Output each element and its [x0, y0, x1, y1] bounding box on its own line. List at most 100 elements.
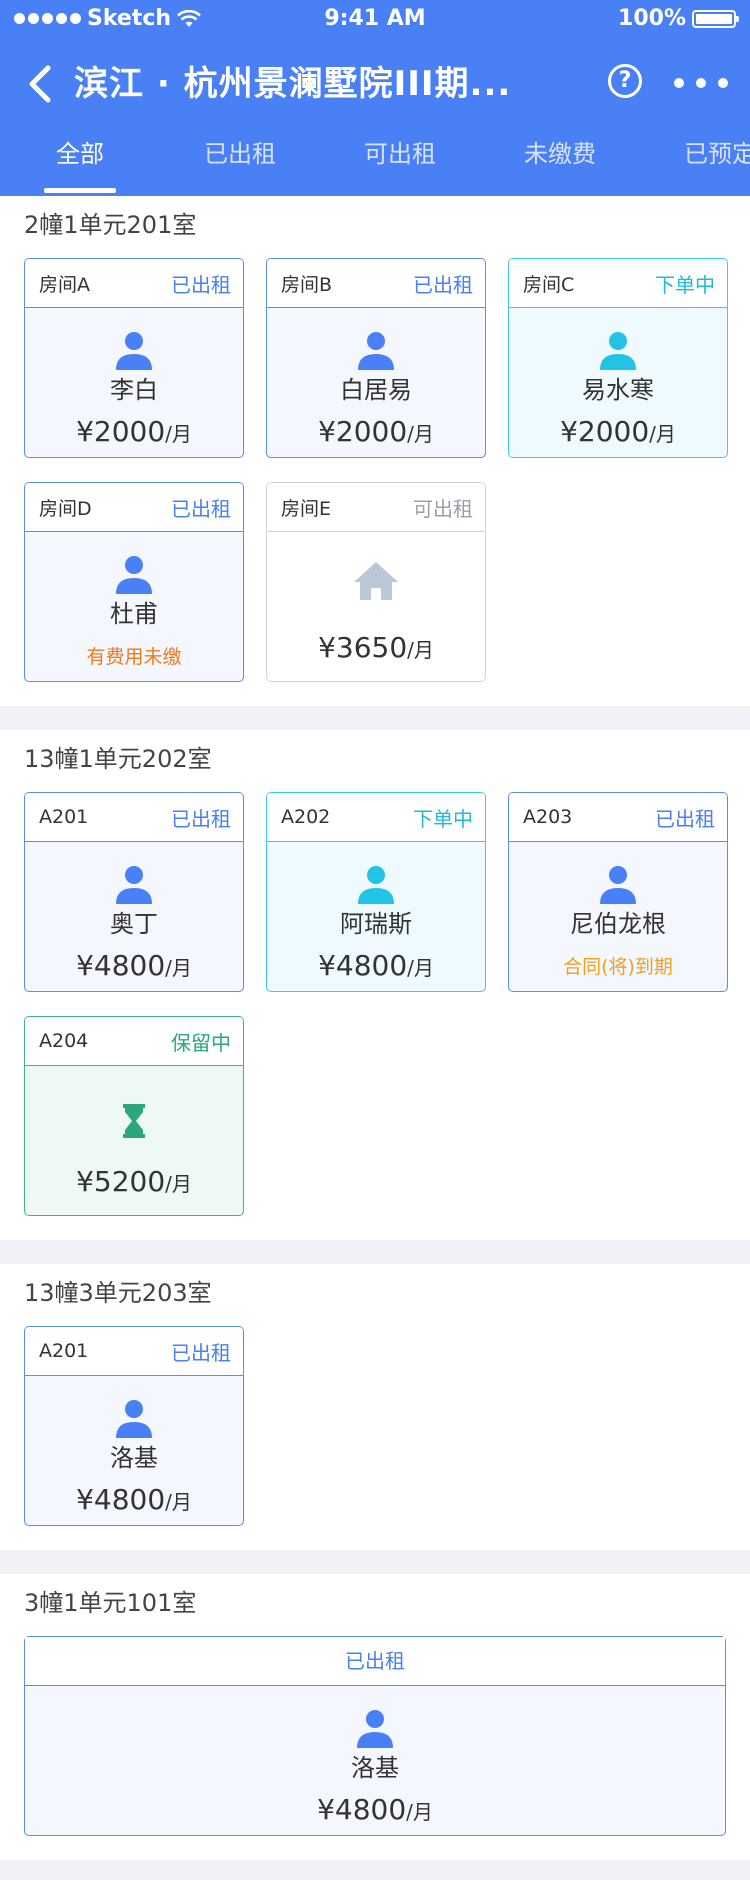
- room-label: A203: [523, 806, 573, 828]
- rent-price: ¥4800: [317, 1793, 407, 1826]
- building-section: 2幢1单元201室 房间A 已出租 李白 ¥2000/月 房间B 已出租 白居易 ¥…: [0, 196, 750, 706]
- section-title: 3幢1单元101室: [24, 1589, 197, 1617]
- user-icon: [116, 332, 152, 370]
- hourglass-icon: [123, 1104, 145, 1138]
- room-label: A201: [39, 1340, 89, 1362]
- contract-expiry-note: 合同(将)到期: [563, 956, 673, 978]
- room-card[interactable]: 房间C 下单中 易水寒 ¥2000/月: [508, 258, 728, 458]
- battery-icon: [692, 9, 739, 28]
- tenant-name: 杜甫: [110, 600, 158, 628]
- price-unit: /月: [406, 1800, 433, 1824]
- rent-price: ¥2000: [318, 415, 408, 448]
- tab-rented[interactable]: 已出租: [160, 128, 320, 180]
- user-icon: [357, 1710, 393, 1748]
- tab-unpaid[interactable]: 未缴费: [480, 128, 640, 180]
- tab-active-indicator: [44, 188, 116, 193]
- price-unit: /月: [407, 638, 434, 662]
- building-section: 3幢1单元101室 已出租 洛基 ¥4800/月: [0, 1574, 750, 1860]
- unpaid-fee-note: 有费用未缴: [86, 646, 182, 668]
- room-card[interactable]: A202 下单中 阿瑞斯 ¥4800/月: [266, 792, 486, 992]
- room-card[interactable]: A201 已出租 洛基 ¥4800/月: [24, 1326, 244, 1526]
- rent-price: ¥2000: [76, 415, 166, 448]
- room-label: A202: [281, 806, 331, 828]
- user-icon: [116, 1400, 152, 1438]
- room-label: 房间C: [523, 273, 575, 296]
- tab-bar: 全部 已出租 可出租 未缴费 已预定: [0, 128, 750, 196]
- status-badge: 保留中: [171, 1030, 231, 1055]
- price-unit: /月: [407, 422, 434, 446]
- status-badge: 下单中: [655, 272, 715, 297]
- question-circle-icon[interactable]: ?: [608, 64, 642, 98]
- user-icon: [358, 866, 394, 904]
- status-badge: 已出租: [171, 1340, 231, 1365]
- room-grid: A201 已出租 奥丁 ¥4800/月 A202 下单中 阿瑞斯 ¥4800/月 A…: [0, 792, 750, 1216]
- user-icon: [116, 556, 152, 594]
- status-badge: 可出租: [413, 496, 473, 521]
- tab-all[interactable]: 全部: [0, 128, 160, 180]
- status-badge: 已出租: [413, 272, 473, 297]
- room-label: 房间D: [39, 497, 92, 520]
- section-title: 13幢1单元202室: [24, 745, 212, 773]
- rent-price: ¥4800: [76, 949, 166, 982]
- status-badge: 已出租: [171, 806, 231, 831]
- tenant-name: 阿瑞斯: [340, 910, 412, 938]
- user-icon: [600, 332, 636, 370]
- battery-percent: 100%: [618, 6, 686, 31]
- whole-unit-card[interactable]: 已出租 洛基 ¥4800/月: [24, 1636, 726, 1836]
- room-label: A204: [39, 1030, 89, 1052]
- room-card[interactable]: A203 已出租 尼伯龙根 合同(将)到期: [508, 792, 728, 992]
- room-label: 房间E: [281, 497, 332, 520]
- more-dots-icon[interactable]: [674, 78, 728, 88]
- room-card[interactable]: 房间B 已出租 白居易 ¥2000/月: [266, 258, 486, 458]
- price-unit: /月: [165, 422, 192, 446]
- status-bar: Sketch 9:41 AM 100%: [0, 0, 750, 40]
- room-label: 房间A: [39, 273, 90, 296]
- price-unit: /月: [407, 956, 434, 980]
- tenant-name: 白居易: [340, 376, 412, 404]
- status-badge: 已出租: [171, 272, 231, 297]
- rent-price: ¥5200: [76, 1165, 166, 1198]
- user-icon: [358, 332, 394, 370]
- back-arrow-icon[interactable]: [20, 62, 64, 106]
- price-unit: /月: [165, 1172, 192, 1196]
- room-label: A201: [39, 806, 89, 828]
- page-title: 滨江 · 杭州景澜墅院III期...: [74, 64, 512, 104]
- tenant-name: 尼伯龙根: [570, 910, 666, 938]
- status-badge: 下单中: [413, 806, 473, 831]
- rent-price: ¥4800: [318, 949, 408, 982]
- tab-reserved[interactable]: 已预定: [640, 128, 750, 180]
- rent-price: ¥3650: [318, 631, 408, 664]
- room-grid: 房间A 已出租 李白 ¥2000/月 房间B 已出租 白居易 ¥2000/月 房间C…: [0, 258, 750, 682]
- room-card[interactable]: 房间D 已出租 杜甫 有费用未缴: [24, 482, 244, 682]
- tab-available[interactable]: 可出租: [320, 128, 480, 180]
- room-card[interactable]: A204 保留中 ¥5200/月: [24, 1016, 244, 1216]
- room-card[interactable]: 房间A 已出租 李白 ¥2000/月: [24, 258, 244, 458]
- tenant-name: 洛基: [351, 1754, 399, 1782]
- tenant-name: 易水寒: [582, 376, 654, 404]
- building-section: 13幢1单元202室 A201 已出租 奥丁 ¥4800/月 A202 下单中 阿瑞…: [0, 730, 750, 1240]
- user-icon: [600, 866, 636, 904]
- building-section: 13幢3单元203室 A201 已出租 洛基 ¥4800/月: [0, 1264, 750, 1550]
- room-card[interactable]: A201 已出租 奥丁 ¥4800/月: [24, 792, 244, 992]
- price-unit: /月: [165, 1490, 192, 1514]
- price-unit: /月: [165, 956, 192, 980]
- user-icon: [116, 866, 152, 904]
- tenant-name: 奥丁: [110, 910, 158, 938]
- room-card[interactable]: 房间E 可出租 ¥3650/月: [266, 482, 486, 682]
- header: Sketch 9:41 AM 100% 滨江 · 杭州景澜墅院III期... ?…: [0, 0, 750, 196]
- status-badge: 已出租: [25, 1637, 725, 1686]
- tenant-name: 李白: [110, 376, 158, 404]
- nav-bar: 滨江 · 杭州景澜墅院III期... ?: [0, 40, 750, 128]
- room-grid: A201 已出租 洛基 ¥4800/月: [0, 1326, 750, 1526]
- price-unit: /月: [649, 422, 676, 446]
- tenant-name: 洛基: [110, 1444, 158, 1472]
- status-badge: 已出租: [655, 806, 715, 831]
- rent-price: ¥4800: [76, 1483, 166, 1516]
- section-title: 2幢1单元201室: [24, 211, 197, 239]
- rent-price: ¥2000: [560, 415, 650, 448]
- house-icon: [354, 562, 398, 600]
- status-right: 100%: [618, 6, 739, 31]
- section-title: 13幢3单元203室: [24, 1279, 212, 1307]
- room-label: 房间B: [281, 273, 333, 296]
- status-badge: 已出租: [171, 496, 231, 521]
